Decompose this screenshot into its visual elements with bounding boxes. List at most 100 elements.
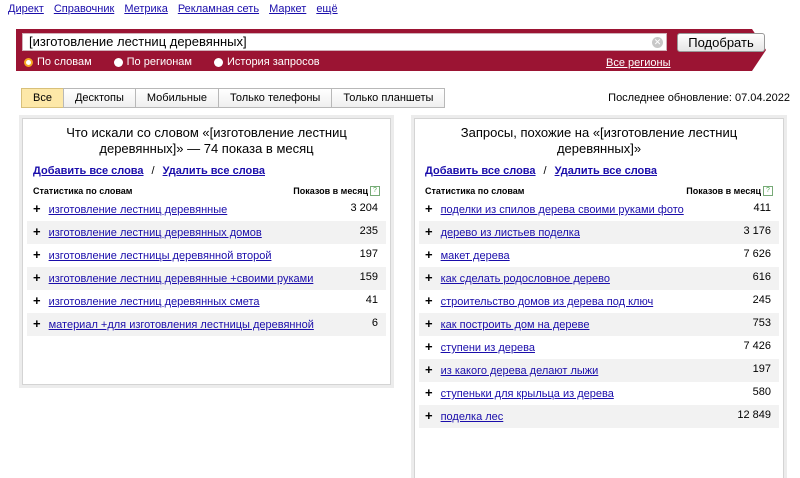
shows-count: 3 176 <box>743 225 771 237</box>
add-phrase-icon[interactable]: + <box>33 270 41 285</box>
mode-by-words[interactable]: По словам <box>24 56 92 68</box>
help-icon[interactable]: ? <box>763 186 773 196</box>
phrase-link[interactable]: из какого дерева делают лыжи <box>441 365 599 377</box>
table-row: + изготовление лестниц деревянных домов 23… <box>27 221 386 244</box>
top-nav: Директ Справочник Метрика Рекламная сеть… <box>8 3 338 17</box>
phrase-link[interactable]: материал +для изготовления лестницы дере… <box>49 319 314 331</box>
nav-link-more[interactable]: ещё <box>316 3 337 17</box>
add-phrase-icon[interactable]: + <box>33 316 41 331</box>
add-phrase-icon[interactable]: + <box>425 224 433 239</box>
tab-desktops[interactable]: Десктопы <box>62 88 136 108</box>
phrase-link[interactable]: поделка лес <box>441 411 504 423</box>
add-phrase-icon[interactable]: + <box>33 201 41 216</box>
phrase-link[interactable]: дерево из листьев поделка <box>441 227 580 239</box>
panel-actions: Добавить все слова / Удалить все слова <box>415 161 783 181</box>
shows-count: 197 <box>359 248 378 260</box>
panel-title: Запросы, похожие на «[изготовление лестн… <box>460 125 738 156</box>
shows-count: 12 849 <box>737 409 771 421</box>
nav-link-direct[interactable]: Директ <box>8 3 44 17</box>
nav-link-market[interactable]: Маркет <box>269 3 306 17</box>
add-all-words-link[interactable]: Добавить все слова <box>425 165 536 177</box>
add-phrase-icon[interactable]: + <box>425 270 433 285</box>
shows-count: 6 <box>371 317 378 329</box>
phrase-link[interactable]: макет дерева <box>441 250 510 262</box>
mode-label: История запросов <box>227 56 320 68</box>
separator: / <box>543 165 547 177</box>
phrase-link[interactable]: изготовление лестницы деревянной второй <box>49 250 272 262</box>
shows-count: 197 <box>752 363 771 375</box>
shows-count: 245 <box>752 294 771 306</box>
table-row: + строительство домов из дерева под ключ 2… <box>419 290 779 313</box>
table-row: + как построить дом на дереве 753 <box>419 313 779 336</box>
add-phrase-icon[interactable]: + <box>425 339 433 354</box>
words-list: + изготовление лестниц деревянные 3 204 + из… <box>27 198 386 336</box>
panel-title: Что искали со словом «[изготовление лест… <box>66 125 347 156</box>
phrase-link[interactable]: как сделать родословное дерево <box>441 273 610 285</box>
nav-link-ad-network[interactable]: Рекламная сеть <box>178 3 259 17</box>
col-words-header: Статистика по словам <box>425 186 525 196</box>
shows-count: 41 <box>365 294 378 306</box>
clear-search-icon[interactable]: ✕ <box>652 37 663 48</box>
help-icon[interactable]: ? <box>370 186 380 196</box>
phrase-link[interactable]: изготовление лестниц деревянных смета <box>49 296 260 308</box>
column-header: Статистика по словам Показов в месяц ? <box>415 181 783 198</box>
nav-link-metrika[interactable]: Метрика <box>124 3 168 17</box>
add-phrase-icon[interactable]: + <box>425 247 433 262</box>
table-row: + изготовление лестниц деревянные 3 204 <box>27 198 386 221</box>
submit-button[interactable]: Подобрать <box>677 33 765 52</box>
remove-all-words-link[interactable]: Удалить все слова <box>555 165 657 177</box>
mode-history[interactable]: История запросов <box>214 56 320 68</box>
shows-count: 3 204 <box>350 202 378 214</box>
table-row: + ступеньки для крыльца из дерева 580 <box>419 382 779 405</box>
radio-icon <box>113 57 123 67</box>
mode-by-regions[interactable]: По регионам <box>113 56 192 68</box>
remove-all-words-link[interactable]: Удалить все слова <box>163 165 265 177</box>
add-phrase-icon[interactable]: + <box>425 408 433 423</box>
add-phrase-icon[interactable]: + <box>425 362 433 377</box>
table-row: + изготовление лестниц деревянные +своими… <box>27 267 386 290</box>
search-input[interactable]: [изготовление лестниц деревянных] <box>22 33 667 51</box>
shows-count: 411 <box>753 202 771 214</box>
phrase-link[interactable]: изготовление лестниц деревянные <box>49 204 228 216</box>
shows-count: 616 <box>752 271 771 283</box>
table-row: + ступени из дерева 7 426 <box>419 336 779 359</box>
phrase-link[interactable]: поделки из спилов дерева своими руками ф… <box>441 204 684 216</box>
add-phrase-icon[interactable]: + <box>425 316 433 331</box>
add-phrase-icon[interactable]: + <box>425 293 433 308</box>
phrase-link[interactable]: как построить дом на дереве <box>441 319 590 331</box>
tab-phones-only[interactable]: Только телефоны <box>217 88 333 108</box>
all-regions-link[interactable]: Все регионы <box>606 57 671 69</box>
panel-actions: Добавить все слова / Удалить все слова <box>23 161 390 181</box>
table-row: + дерево из листьев поделка 3 176 <box>419 221 779 244</box>
add-phrase-icon[interactable]: + <box>33 224 41 239</box>
shows-count: 235 <box>359 225 378 237</box>
tab-tablets-only[interactable]: Только планшеты <box>331 88 446 108</box>
column-header: Статистика по словам Показов в месяц ? <box>23 181 390 198</box>
add-phrase-icon[interactable]: + <box>33 247 41 262</box>
shows-count: 7 626 <box>743 248 771 260</box>
shows-count: 7 426 <box>743 340 771 352</box>
add-phrase-icon[interactable]: + <box>425 201 433 216</box>
add-all-words-link[interactable]: Добавить все слова <box>33 165 144 177</box>
col-shows-header: Показов в месяц ? <box>293 186 380 196</box>
last-update-text: Последнее обновление: 07.04.2022 <box>608 92 790 104</box>
phrase-link[interactable]: строительство домов из дерева под ключ <box>441 296 654 308</box>
phrase-link[interactable]: ступеньки для крыльца из дерева <box>441 388 614 400</box>
add-phrase-icon[interactable]: + <box>425 385 433 400</box>
phrase-link[interactable]: ступени из дерева <box>441 342 535 354</box>
shows-count: 580 <box>752 386 771 398</box>
separator: / <box>151 165 155 177</box>
col-shows-label: Показов в месяц <box>293 186 368 196</box>
phrase-link[interactable]: изготовление лестниц деревянных домов <box>49 227 262 239</box>
table-row: + поделка лес 12 849 <box>419 405 779 428</box>
phrase-link[interactable]: изготовление лестниц деревянные +своими … <box>49 273 314 285</box>
add-phrase-icon[interactable]: + <box>33 293 41 308</box>
similar-queries-panel: Запросы, похожие на «[изготовление лестн… <box>414 118 784 478</box>
search-mode-group: По словам По регионам История запросов <box>24 56 320 68</box>
table-row: + из какого дерева делают лыжи 197 <box>419 359 779 382</box>
tab-mobile[interactable]: Мобильные <box>134 88 219 108</box>
tab-all[interactable]: Все <box>21 88 64 108</box>
nav-link-handbook[interactable]: Справочник <box>54 3 115 17</box>
device-tabs: Все Десктопы Мобильные Только телефоны Т… <box>21 88 446 108</box>
radio-icon <box>214 57 223 67</box>
